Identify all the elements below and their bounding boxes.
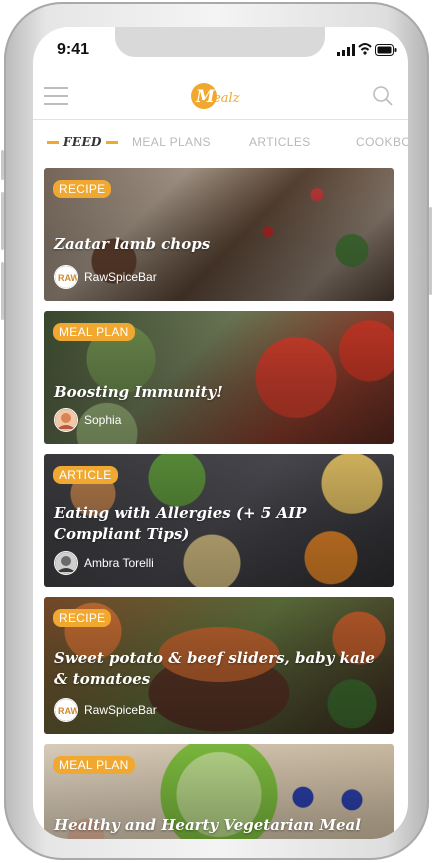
- tab-feed[interactable]: FEED: [43, 135, 122, 149]
- volume-up-button: [1, 192, 4, 250]
- card-badge: ARTICLE: [53, 466, 118, 484]
- feed-card[interactable]: RECIPE Sweet potato & beef sliders, baby…: [44, 597, 394, 734]
- app-logo: M ealz: [191, 83, 240, 109]
- screen: 9:41 M ealz FEED MEAL PLANS ARTICLES COO…: [33, 27, 408, 839]
- card-author: RAW RawSpiceBar: [54, 265, 157, 289]
- feed-card[interactable]: RECIPE Zaatar lamb chops RAW RawSpiceBar: [44, 168, 394, 301]
- category-tabs: FEED MEAL PLANS ARTICLES COOKBO: [33, 120, 408, 164]
- search-icon[interactable]: [372, 85, 394, 107]
- svg-text:ealz: ealz: [213, 91, 240, 106]
- card-badge: MEAL PLAN: [53, 323, 135, 341]
- author-name: Ambra Torelli: [84, 556, 154, 570]
- tab-articles[interactable]: ARTICLES: [249, 135, 311, 149]
- avatar: RAW: [54, 698, 78, 722]
- card-title: Boosting Immunity!: [54, 383, 223, 401]
- tab-cookbooks[interactable]: COOKBO: [356, 135, 408, 149]
- notch: [115, 27, 325, 57]
- feed-card[interactable]: ARTICLE Eating with Allergies (+ 5 AIP C…: [44, 454, 394, 587]
- tab-meal-plans[interactable]: MEAL PLANS: [132, 135, 211, 149]
- signal-icon: [337, 44, 355, 56]
- avatar: RAW: [54, 265, 78, 289]
- card-author: RAW RawSpiceBar: [54, 698, 157, 722]
- tab-feed-label: FEED: [63, 135, 102, 149]
- volume-down-button: [1, 262, 4, 320]
- card-title: Healthy and Hearty Vegetarian Meal Plan: [54, 816, 361, 839]
- power-button: [429, 207, 432, 295]
- author-name: RawSpiceBar: [84, 270, 157, 284]
- avatar: [54, 408, 78, 432]
- author-name: RawSpiceBar: [84, 703, 157, 717]
- mute-switch: [1, 150, 4, 180]
- card-title: Eating with Allergies (+ 5 AIP Compliant…: [54, 504, 307, 543]
- feed-list: RECIPE Zaatar lamb chops RAW RawSpiceBar…: [44, 168, 394, 839]
- card-title: Sweet potato & beef sliders, baby kale &…: [54, 649, 375, 688]
- battery-icon: [375, 44, 397, 56]
- avatar: [54, 551, 78, 575]
- feed-card[interactable]: MEAL PLAN Healthy and Hearty Vegetarian …: [44, 744, 394, 839]
- card-title: Zaatar lamb chops: [54, 235, 211, 253]
- card-author: Sophia: [54, 408, 121, 432]
- card-author: Ambra Torelli: [54, 551, 154, 575]
- wifi-icon: [358, 43, 372, 55]
- tab-active-indicator-right: [105, 141, 118, 144]
- status-time: 9:41: [57, 41, 90, 58]
- phone-frame: 9:41 M ealz FEED MEAL PLANS ARTICLES COO…: [1, 2, 432, 860]
- app-bar: M ealz: [33, 75, 408, 120]
- tab-active-indicator-left: [47, 141, 59, 144]
- card-badge: MEAL PLAN: [53, 756, 135, 774]
- card-badge: RECIPE: [53, 609, 112, 627]
- menu-icon[interactable]: [44, 87, 68, 107]
- author-name: Sophia: [84, 413, 122, 427]
- card-badge: RECIPE: [53, 180, 112, 198]
- svg-text:RAW: RAW: [58, 273, 78, 283]
- svg-text:RAW: RAW: [58, 706, 78, 716]
- feed-card[interactable]: MEAL PLAN Boosting Immunity! Sophia: [44, 311, 394, 444]
